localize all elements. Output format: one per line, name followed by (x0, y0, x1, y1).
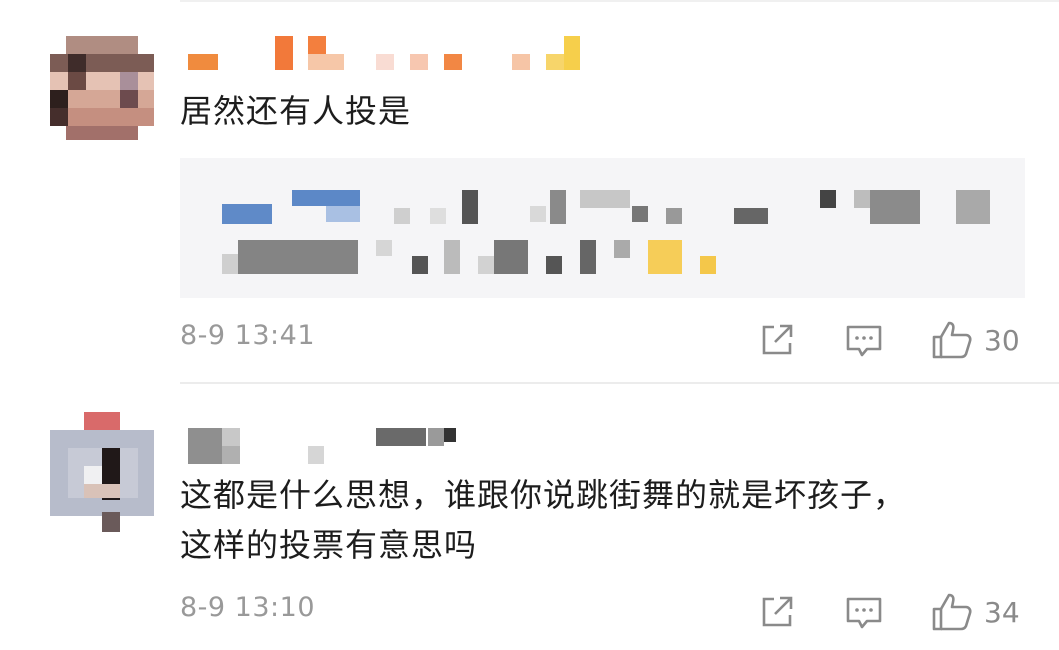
share-button[interactable] (758, 320, 796, 360)
like-button[interactable]: 34 (930, 592, 1020, 632)
username-redacted[interactable] (180, 36, 600, 76)
top-divider (180, 0, 1059, 2)
comment-icon (846, 597, 882, 629)
like-count: 34 (984, 595, 1020, 629)
share-button[interactable] (758, 592, 796, 632)
like-count: 30 (984, 323, 1020, 357)
timestamp: 8-9 13:10 (180, 592, 315, 623)
reply-button[interactable] (845, 320, 883, 360)
comment-text: 这都是什么思想，谁跟你说跳街舞的就是坏孩子， 这样的投票有意思吗 (180, 476, 907, 564)
avatar[interactable] (50, 36, 154, 140)
comment-divider (180, 382, 1059, 384)
thumbs-up-icon (932, 593, 972, 631)
share-icon (762, 324, 793, 355)
avatar[interactable] (50, 412, 154, 532)
comment-meta: 8-9 13:10 34 (0, 592, 1059, 632)
comment-text: 居然还有人投是 (180, 92, 412, 130)
share-icon (762, 596, 793, 627)
timestamp: 8-9 13:41 (180, 320, 315, 351)
comment-meta: 8-9 13:41 30 (0, 320, 1059, 360)
thumbs-up-icon (932, 321, 972, 359)
username-redacted[interactable] (180, 428, 480, 468)
quoted-content-redacted[interactable] (180, 158, 1025, 298)
reply-button[interactable] (845, 592, 883, 632)
comment-icon (846, 325, 882, 357)
like-button[interactable]: 30 (930, 320, 1020, 360)
